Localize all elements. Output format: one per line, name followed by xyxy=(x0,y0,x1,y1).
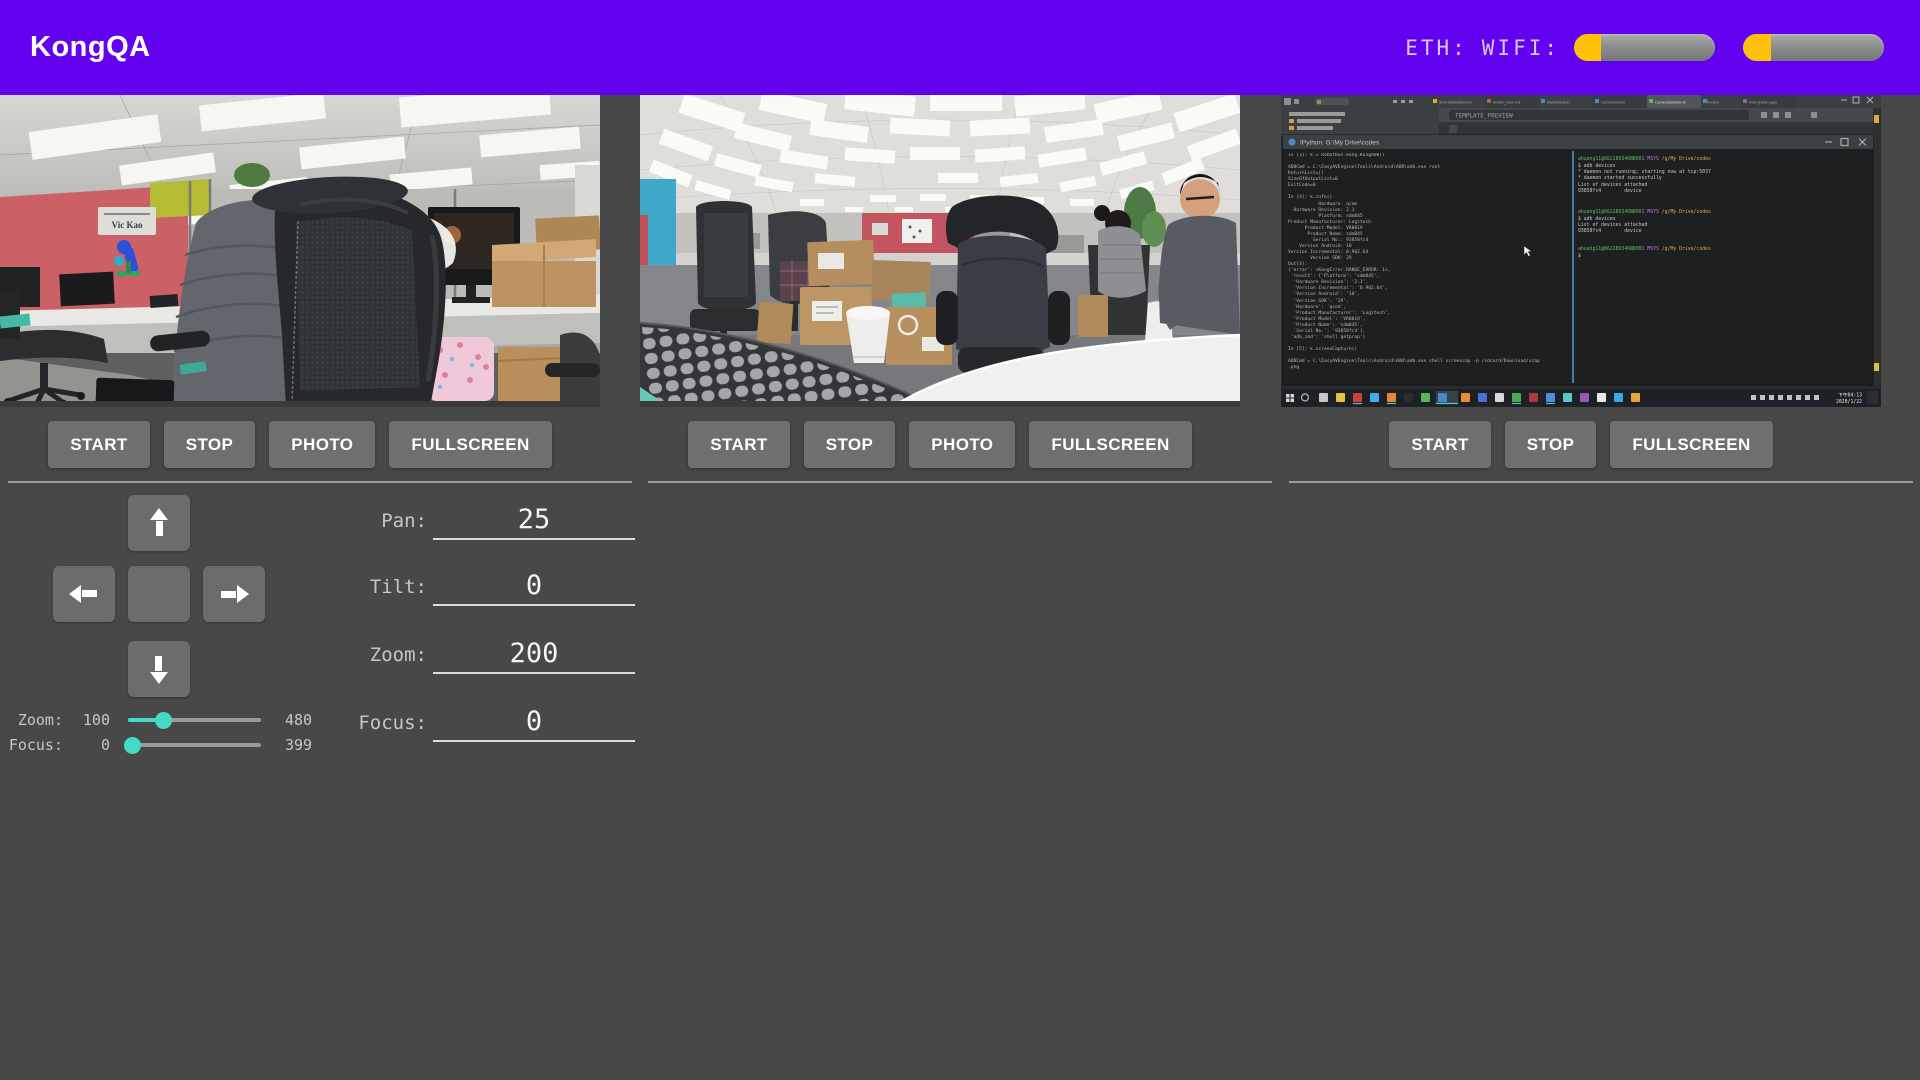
camera-2-fullscreen-button[interactable]: FULLSCREEN xyxy=(1029,421,1191,468)
pan-field-row: Pan: 25 xyxy=(240,499,660,540)
ide-tab[interactable]: activity_main.xml xyxy=(1493,101,1521,105)
tilt-up-button[interactable] xyxy=(128,495,190,551)
wifi-label: WIFI: xyxy=(1482,36,1560,60)
camera-2-button-row: START STOP PHOTO FULLSCREEN xyxy=(640,421,1240,468)
page-title: KongQA xyxy=(30,31,151,64)
focus-field-row: Focus: 0 xyxy=(240,701,660,742)
camera-3-stop-button[interactable]: STOP xyxy=(1505,421,1597,468)
down-arrow-icon xyxy=(144,654,174,684)
camera-3-panel: AndroidManifest.xml activity_main.xml Ma… xyxy=(1281,95,1920,483)
eth-signal-bar xyxy=(1574,34,1715,61)
ide-tab[interactable]: Kong.kt xyxy=(1707,101,1719,105)
camera-3-divider xyxy=(1289,481,1913,483)
tilt-input[interactable]: 0 xyxy=(433,565,635,606)
desk-name-sign: Vic Kao xyxy=(112,220,143,230)
tilt-down-button[interactable] xyxy=(128,641,190,697)
focus-slider-thumb[interactable] xyxy=(124,737,141,754)
camera-1-panel: Vic Kao xyxy=(0,95,640,483)
camera-2-divider xyxy=(648,481,1272,483)
camera-3-fullscreen-button[interactable]: FULLSCREEN xyxy=(1610,421,1772,468)
zoom-slider-label: Zoom: xyxy=(8,708,63,732)
zoom-field-label: Zoom: xyxy=(240,633,427,677)
camera-3-feed: AndroidManifest.xml activity_main.xml Ma… xyxy=(1281,95,1881,407)
wifi-signal-bar xyxy=(1743,34,1884,61)
taskbar-clock-date: 2020/1/22 xyxy=(1836,399,1862,405)
ide-tab[interactable]: MainActivity.kt xyxy=(1547,101,1570,105)
left-arrow-icon xyxy=(69,579,99,609)
taskbar-clock-time: 下午04:13 xyxy=(1838,392,1862,399)
pan-field-label: Pan: xyxy=(240,499,427,543)
focus-input[interactable]: 0 xyxy=(433,701,635,742)
ide-tab[interactable]: CameraView.kt xyxy=(1601,101,1625,105)
camera-1-divider xyxy=(8,481,632,483)
tilt-field-row: Tilt: 0 xyxy=(240,565,660,606)
camera-2-photo-button[interactable]: PHOTO xyxy=(909,421,1015,468)
camera-2-start-button[interactable]: START xyxy=(688,421,789,468)
eth-label: ETH: xyxy=(1405,36,1468,60)
camera-1-start-button[interactable]: START xyxy=(48,421,149,468)
camera-3-start-button[interactable]: START xyxy=(1389,421,1490,468)
console-window-title: IPython: G:\My Drive\codes xyxy=(1300,140,1380,147)
pan-input[interactable]: 25 xyxy=(433,499,635,540)
camera-2-feed xyxy=(640,95,1240,407)
tilt-field-label: Tilt: xyxy=(240,565,427,609)
camera-1-button-row: START STOP PHOTO FULLSCREEN xyxy=(0,421,600,468)
zoom-slider-thumb[interactable] xyxy=(155,712,172,729)
camera-1-stop-button[interactable]: STOP xyxy=(164,421,256,468)
focus-slider-label: Focus: xyxy=(8,733,63,757)
ide-tab-active[interactable]: CameraOperator.kt xyxy=(1655,101,1686,105)
camera-1-feed: Vic Kao xyxy=(0,95,600,407)
network-status: ETH: WIFI: xyxy=(1405,34,1884,61)
app-header: KongQA ETH: WIFI: xyxy=(0,0,1920,95)
camera-3-button-row: START STOP FULLSCREEN xyxy=(1281,421,1881,468)
up-arrow-icon xyxy=(144,508,174,538)
camera-1-photo-button[interactable]: PHOTO xyxy=(269,421,375,468)
ide-tab[interactable]: AndroidManifest.xml xyxy=(1439,101,1472,105)
camera-2-stop-button[interactable]: STOP xyxy=(804,421,896,468)
ptz-home-button[interactable] xyxy=(128,566,190,622)
ide-tab[interactable]: build.gradle (app) xyxy=(1749,101,1777,105)
focus-slider-min: 0 xyxy=(65,733,110,757)
ide-search-field[interactable]: TEMPLATE_PREVIEW xyxy=(1455,113,1513,120)
zoom-slider-min: 100 xyxy=(65,708,110,732)
pan-left-button[interactable] xyxy=(53,566,115,622)
kongqa-app: KongQA ETH: WIFI: xyxy=(0,0,1920,1080)
camera-2-panel: START STOP PHOTO FULLSCREEN xyxy=(640,95,1280,483)
focus-field-label: Focus: xyxy=(240,701,427,745)
camera-1-fullscreen-button[interactable]: FULLSCREEN xyxy=(389,421,551,468)
zoom-field-row: Zoom: 200 xyxy=(240,633,660,674)
zoom-input[interactable]: 200 xyxy=(433,633,635,674)
